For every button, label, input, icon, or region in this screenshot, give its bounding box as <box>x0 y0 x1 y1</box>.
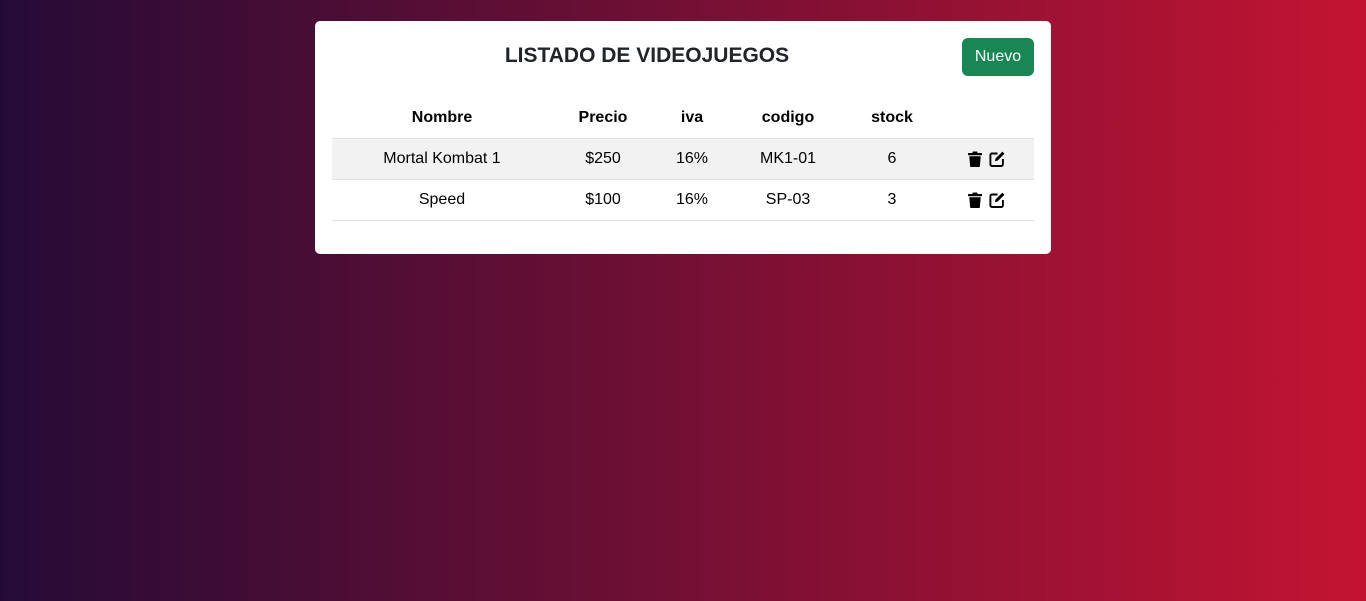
table-header-row: Nombre Precio iva codigo stock <box>332 98 1034 139</box>
cell-codigo: MK1-01 <box>730 138 846 180</box>
table-row: Speed $100 16% SP-03 3 <box>332 179 1034 221</box>
cell-codigo: SP-03 <box>730 179 846 221</box>
cell-nombre: Speed <box>332 179 552 221</box>
row-actions <box>967 151 1005 167</box>
cell-iva: 16% <box>654 179 730 221</box>
cell-actions <box>938 138 1034 180</box>
page-title: LISTADO DE VIDEOJUEGOS <box>504 44 790 67</box>
header-stock: stock <box>846 98 938 139</box>
videogames-table: Nombre Precio iva codigo stock Mortal Ko… <box>332 98 1034 221</box>
cell-precio: $100 <box>552 179 654 221</box>
header-precio: Precio <box>552 98 654 139</box>
cell-stock: 6 <box>846 138 938 180</box>
table-row: Mortal Kombat 1 $250 16% MK1-01 6 <box>332 138 1034 180</box>
cell-stock: 3 <box>846 179 938 221</box>
trash-icon[interactable] <box>967 151 983 167</box>
videogames-card: LISTADO DE VIDEOJUEGOS Nuevo Nombre Prec… <box>315 21 1051 254</box>
edit-icon[interactable] <box>989 151 1005 167</box>
cell-nombre: Mortal Kombat 1 <box>332 138 552 180</box>
trash-icon[interactable] <box>967 192 983 208</box>
cell-actions <box>938 179 1034 221</box>
header-codigo: codigo <box>730 98 846 139</box>
cell-precio: $250 <box>552 138 654 180</box>
new-button[interactable]: Nuevo <box>962 38 1034 76</box>
header-iva: iva <box>654 98 730 139</box>
header-actions <box>938 98 1034 139</box>
cell-iva: 16% <box>654 138 730 180</box>
header-nombre: Nombre <box>332 98 552 139</box>
row-actions <box>967 192 1005 208</box>
edit-icon[interactable] <box>989 192 1005 208</box>
